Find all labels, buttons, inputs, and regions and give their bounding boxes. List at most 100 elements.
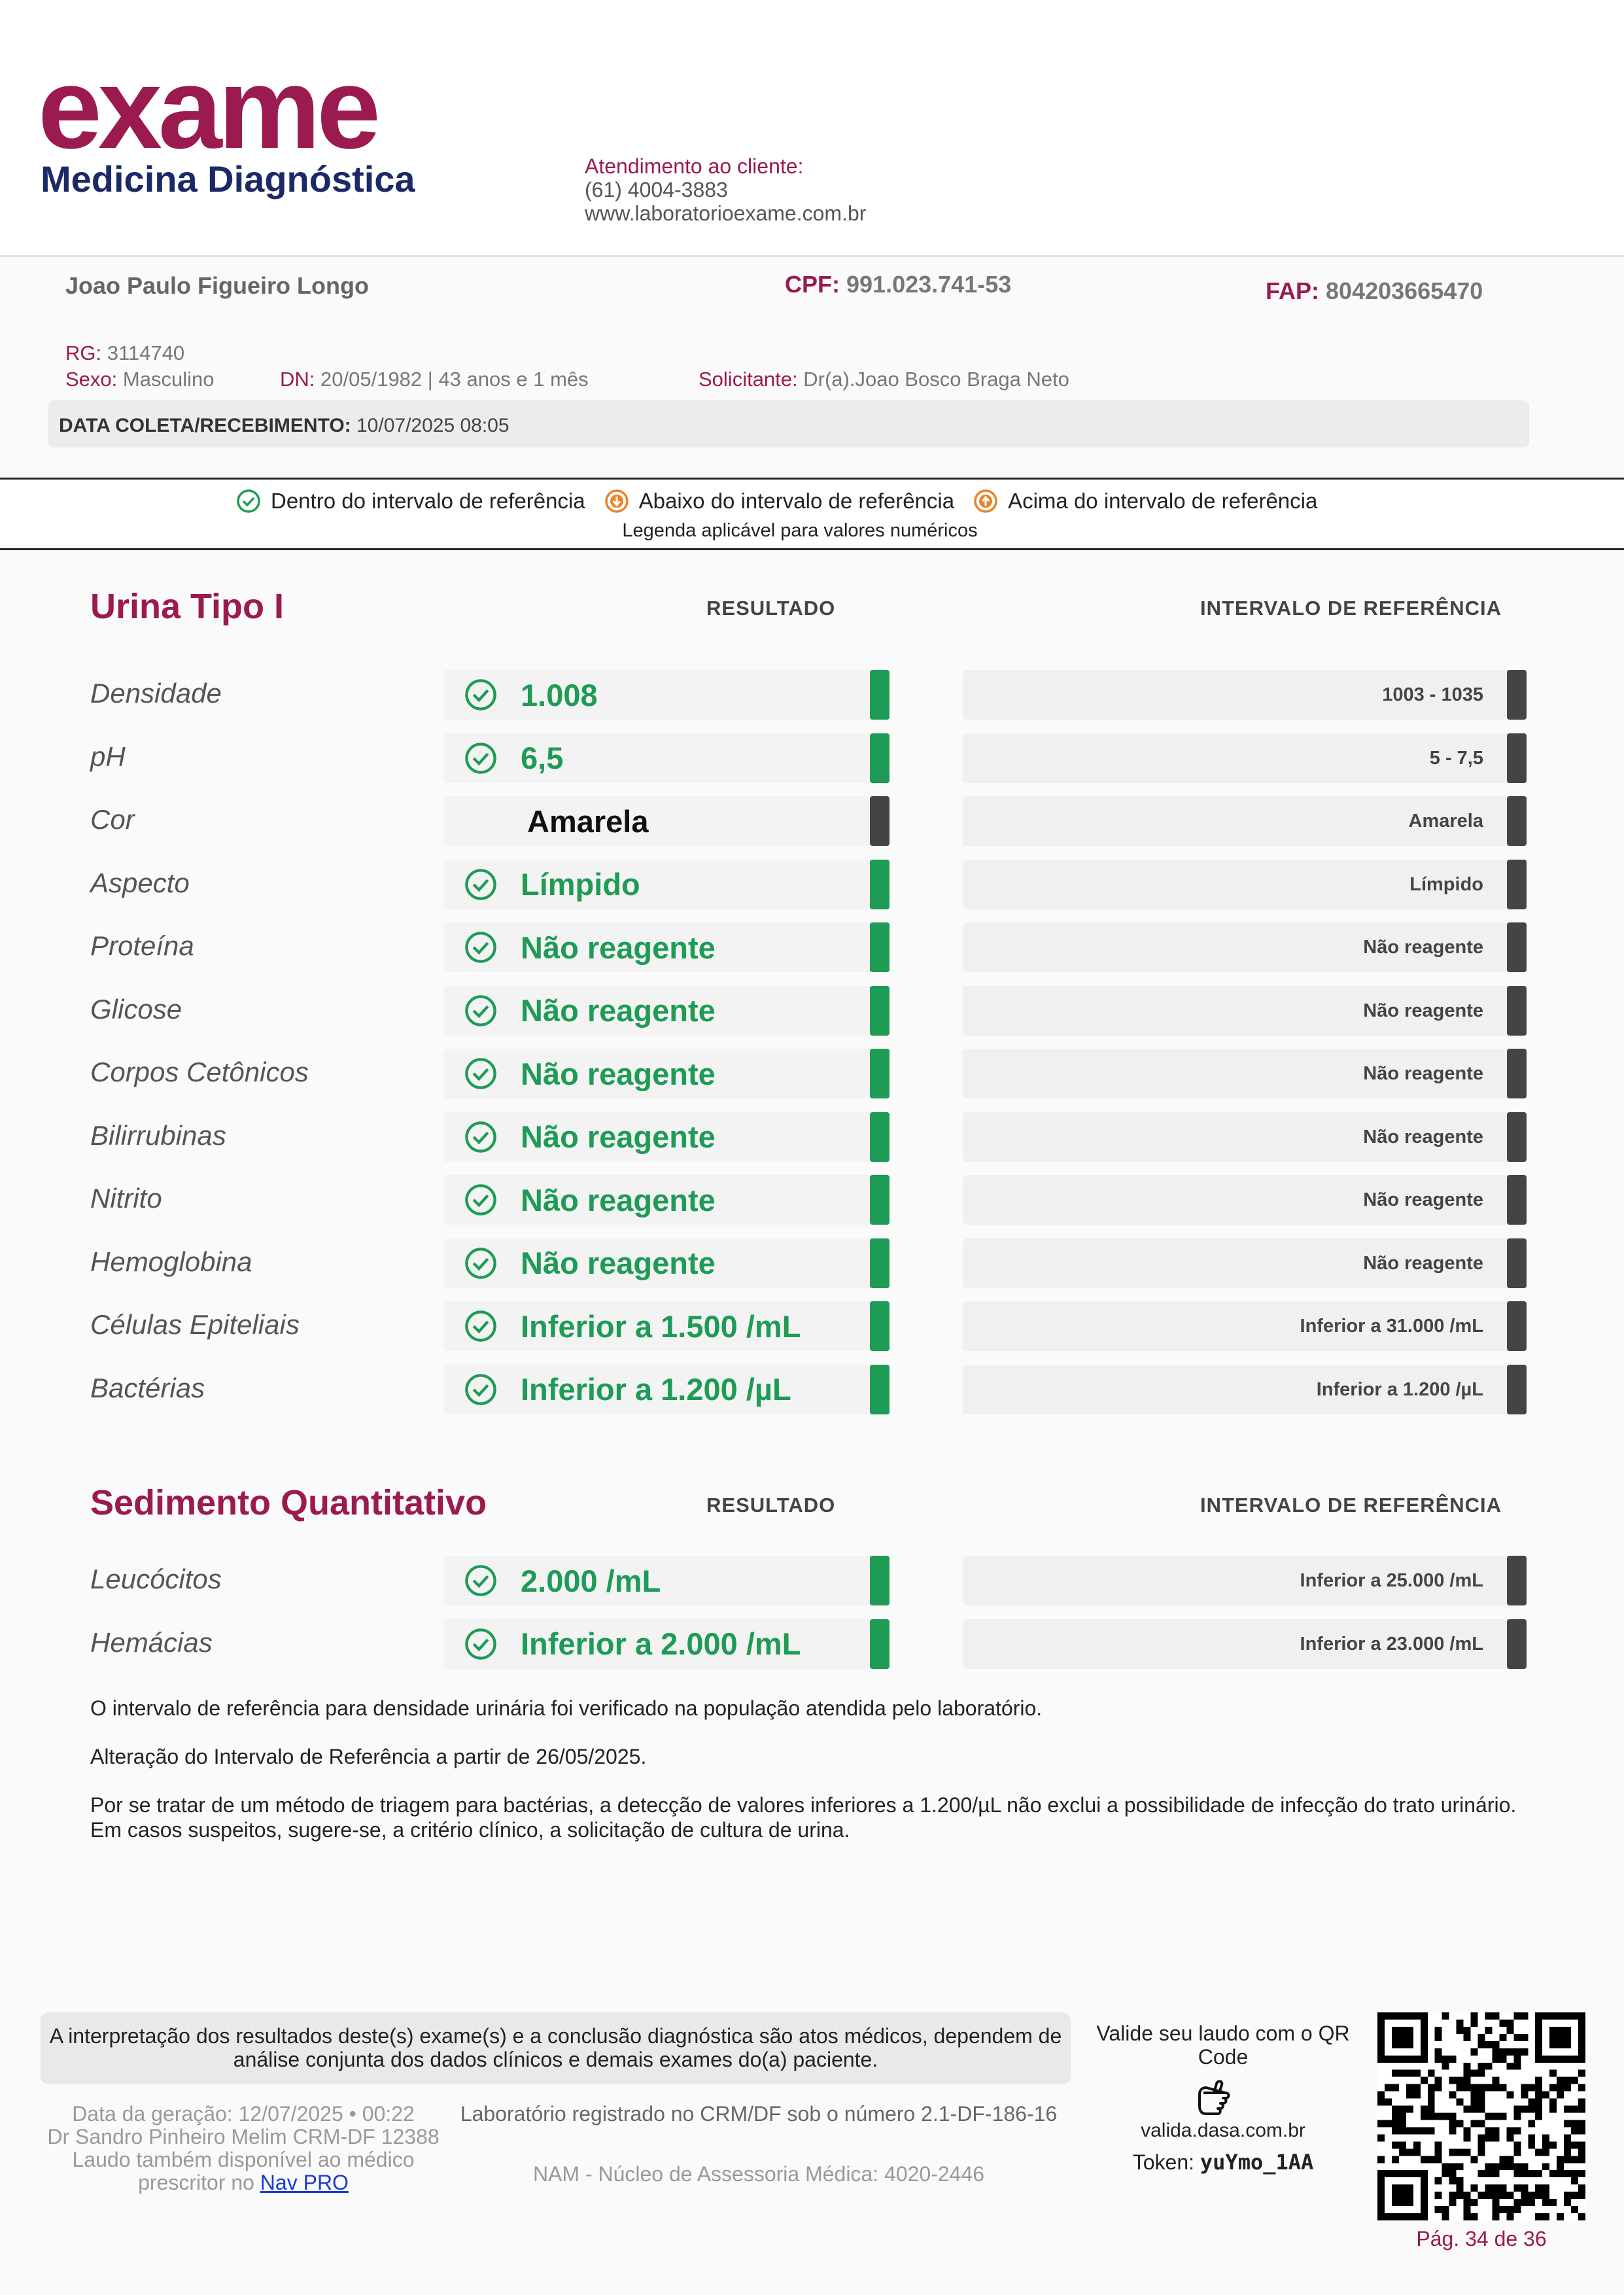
reference-bar bbox=[1507, 1364, 1527, 1414]
validate-url[interactable]: valida.dasa.com.br bbox=[1073, 2120, 1373, 2142]
collection-date: DATA COLETA/RECEBIMENTO: 10/07/2025 08:0… bbox=[59, 415, 510, 436]
disclaimer-text: A interpretação dos resultados deste(s) … bbox=[49, 2024, 1062, 2071]
legend-within: Dentro do intervalo de referência bbox=[235, 488, 585, 514]
reference-value: Não reagente bbox=[1363, 1252, 1483, 1274]
result-cell: Não reagente bbox=[443, 985, 890, 1036]
reference-cell: Não reagente bbox=[963, 1112, 1527, 1162]
result-cell: 2.000 /mL bbox=[443, 1556, 890, 1605]
requesting-doctor: Solicitante: Dr(a).Joao Bosco Braga Neto bbox=[699, 368, 1069, 391]
reference-bar bbox=[1507, 1556, 1527, 1605]
result-cell: 1.008 bbox=[443, 670, 890, 720]
status-bar bbox=[870, 859, 890, 909]
result-cell: Não reagente bbox=[443, 1238, 890, 1288]
result-value: Inferior a 1.500 /mL bbox=[521, 1308, 801, 1344]
reference-bar bbox=[1507, 985, 1527, 1036]
reference-value: Não reagente bbox=[1363, 1063, 1483, 1084]
analyte-label: pH bbox=[90, 741, 126, 772]
contact-title: Atendimento ao cliente: bbox=[585, 154, 804, 178]
reference-cell: Amarela bbox=[963, 796, 1527, 846]
patient-birthdate: DN: 20/05/1982 | 43 anos e 1 mês bbox=[280, 368, 589, 391]
result-cell: Não reagente bbox=[443, 1049, 890, 1098]
qr-code-icon[interactable] bbox=[1377, 2012, 1585, 2220]
reference-cell: 1003 - 1035 bbox=[963, 670, 1527, 720]
status-bar bbox=[870, 796, 890, 846]
arrow-down-circle-icon bbox=[604, 489, 629, 513]
analyte-label: Células Epiteliais bbox=[90, 1309, 300, 1340]
result-value: 2.000 /mL bbox=[521, 1563, 661, 1598]
pointing-hand-icon bbox=[1198, 2080, 1230, 2115]
result-cell: Inferior a 2.000 /mL bbox=[443, 1619, 890, 1669]
analyte-label: Glicose bbox=[90, 993, 182, 1025]
arrow-up-circle-icon bbox=[974, 489, 997, 513]
validate-text: Valide seu laudo com o QR Code bbox=[1096, 2022, 1350, 2069]
contact-phone: (61) 4004-3883 bbox=[585, 178, 728, 201]
patient-rg: RG: 3114740 bbox=[65, 342, 185, 364]
check-circle-icon bbox=[465, 1247, 496, 1279]
logo-wordmark: exame bbox=[38, 44, 381, 173]
nav-pro-link[interactable]: Nav PRO bbox=[260, 2171, 349, 2194]
reference-bar bbox=[1507, 859, 1527, 909]
reference-cell: Inferior a 1.200 /µL bbox=[963, 1364, 1527, 1414]
legend-divider-top bbox=[0, 478, 1624, 480]
check-circle-icon bbox=[465, 932, 496, 963]
legend-divider-bottom bbox=[0, 548, 1624, 550]
customer-service: Atendimento ao cliente: (61) 4004-3883 w… bbox=[585, 154, 866, 225]
reference-bar bbox=[1507, 733, 1527, 783]
analyte-label: Nitrito bbox=[90, 1183, 162, 1214]
reference-bar bbox=[1507, 1619, 1527, 1669]
reference-cell: Não reagente bbox=[963, 922, 1527, 972]
reference-cell: 5 - 7,5 bbox=[963, 733, 1527, 783]
analyte-label: Aspecto bbox=[90, 867, 190, 898]
reference-value: 1003 - 1035 bbox=[1382, 684, 1483, 705]
status-bar bbox=[870, 1301, 890, 1351]
check-circle-icon bbox=[465, 1373, 496, 1405]
result-cell: Não reagente bbox=[443, 1175, 890, 1225]
patient-cpf: CPF: 991.023.741-53 bbox=[785, 271, 1012, 298]
check-circle-icon bbox=[465, 994, 496, 1026]
reference-value: Inferior a 1.200 /µL bbox=[1316, 1378, 1483, 1400]
legend-below: Abaixo do intervalo de referência bbox=[604, 488, 954, 514]
result-column-header: RESULTADO bbox=[706, 597, 836, 620]
reference-cell: Inferior a 31.000 /mL bbox=[963, 1301, 1527, 1351]
analyte-label: Corpos Cetônicos bbox=[90, 1057, 309, 1087]
reference-cell: Inferior a 23.000 /mL bbox=[963, 1619, 1527, 1669]
reference-value: Inferior a 31.000 /mL bbox=[1300, 1316, 1483, 1337]
result-cell: Inferior a 1.200 /µL bbox=[443, 1364, 890, 1414]
analyte-label: Cor bbox=[90, 804, 135, 835]
note-reference-change: Alteração do Intervalo de Referência a p… bbox=[90, 1745, 647, 1768]
patient-name: Joao Paulo Figueiro Longo bbox=[65, 272, 369, 299]
reference-bar bbox=[1507, 1238, 1527, 1288]
result-value: Não reagente bbox=[521, 1246, 716, 1280]
reference-bar bbox=[1507, 796, 1527, 846]
check-circle-icon bbox=[465, 679, 496, 710]
analyte-label: Bactérias bbox=[90, 1372, 205, 1403]
generation-date: Data da geração: 12/07/2025 • 00:22 bbox=[72, 2102, 415, 2126]
status-bar bbox=[870, 1364, 890, 1414]
legend-note: Legenda aplicável para valores numéricos bbox=[622, 520, 978, 541]
status-bar bbox=[870, 1238, 890, 1288]
reference-bar bbox=[1507, 1301, 1527, 1351]
reference-bar bbox=[1507, 1049, 1527, 1098]
check-circle-icon bbox=[465, 1184, 496, 1216]
generation-info: Data da geração: 12/07/2025 • 00:22 Dr S… bbox=[41, 2103, 446, 2194]
status-bar bbox=[870, 1619, 890, 1669]
status-bar bbox=[870, 670, 890, 720]
responsible-doctor: Dr Sandro Pinheiro Melim CRM-DF 12388 bbox=[47, 2125, 440, 2148]
reference-cell: Límpido bbox=[963, 859, 1527, 909]
reference-value: Não reagente bbox=[1363, 937, 1483, 958]
availability-note: Laudo também disponível ao médico prescr… bbox=[72, 2148, 415, 2194]
result-value: Amarela bbox=[527, 803, 649, 839]
analyte-label: Hemoglobina bbox=[90, 1246, 252, 1277]
reference-cell: Não reagente bbox=[963, 985, 1527, 1036]
analyte-label: Leucócitos bbox=[90, 1564, 222, 1594]
check-circle-icon bbox=[465, 868, 496, 900]
legend-above: Acima do intervalo de referência bbox=[973, 488, 1317, 514]
status-bar bbox=[870, 733, 890, 783]
validation-token: Token: yuYmo_1AA bbox=[1132, 2150, 1314, 2175]
reference-value: 5 - 7,5 bbox=[1429, 747, 1483, 769]
result-value: Límpido bbox=[521, 867, 640, 902]
status-bar bbox=[870, 1175, 890, 1225]
result-value: Inferior a 1.200 /µL bbox=[521, 1372, 791, 1407]
check-circle-icon bbox=[465, 1310, 496, 1342]
result-cell: Não reagente bbox=[443, 1112, 890, 1162]
